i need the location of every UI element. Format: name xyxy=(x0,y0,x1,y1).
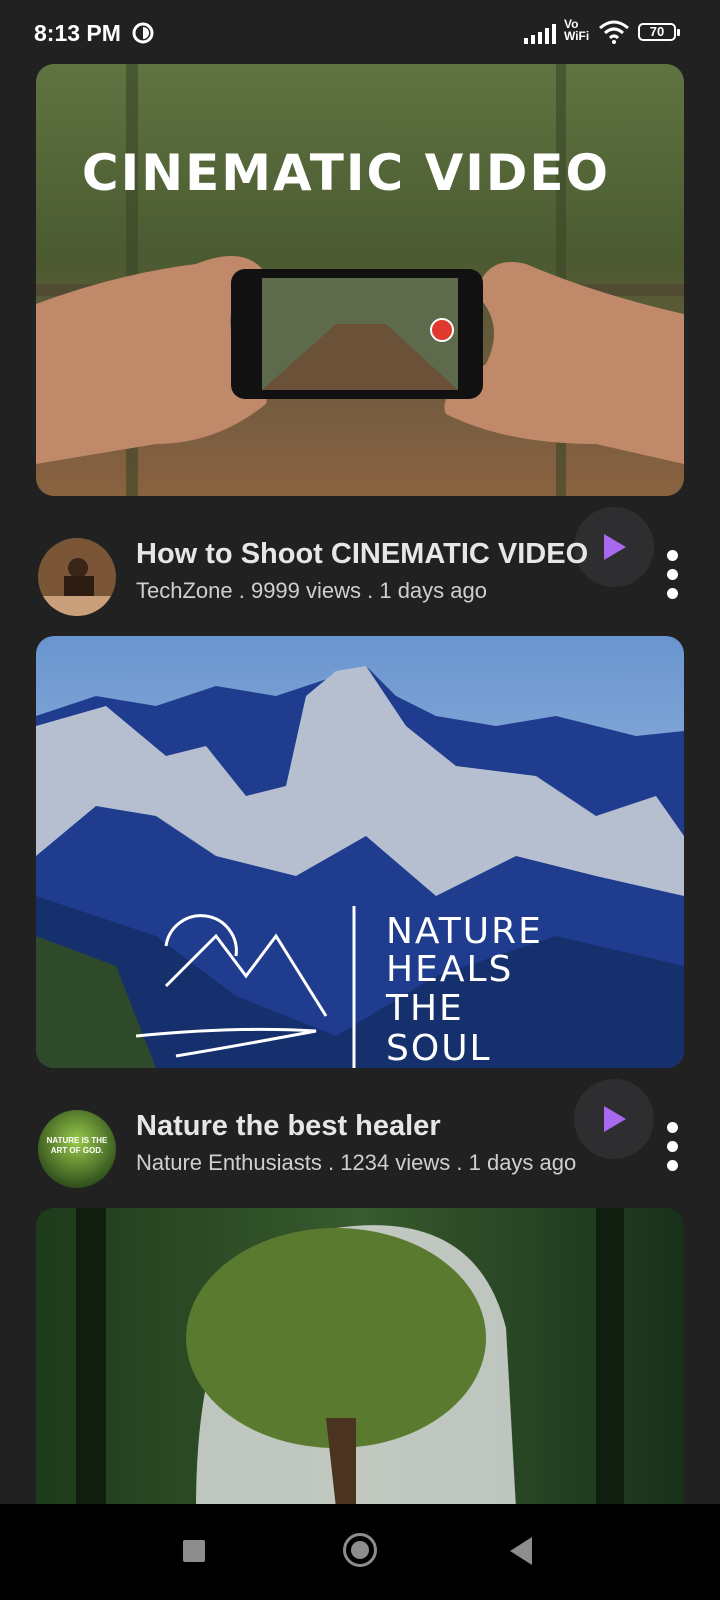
more-vertical-icon xyxy=(667,1122,678,1133)
thumbnail-image xyxy=(36,636,684,1068)
square-icon[interactable] xyxy=(183,1540,205,1562)
more-options-button[interactable] xyxy=(662,550,684,602)
video-thumbnail[interactable]: NATURE HEALS THE SOUL xyxy=(36,636,684,1068)
triangle-back-icon[interactable] xyxy=(510,1537,532,1565)
signal-icon xyxy=(524,24,556,44)
status-bar: 8:13 PM Vo WiFi 70 xyxy=(0,0,720,64)
video-thumbnail[interactable]: CINEMATIC VIDEO xyxy=(36,64,684,496)
video-title[interactable]: How to Shoot CINEMATIC VIDEO xyxy=(136,538,588,571)
video-subtitle: TechZone . 9999 views . 1 days ago xyxy=(136,578,487,603)
thumbnail-caption-line-2: HEALS xyxy=(386,949,514,990)
thumbnail-image xyxy=(36,64,684,496)
thumbnail-caption-line-1: NATURE xyxy=(386,911,543,952)
video-title[interactable]: Nature the best healer xyxy=(136,1110,441,1143)
wifi-icon xyxy=(599,20,629,44)
status-time: 8:13 PM xyxy=(34,20,121,46)
thumbnail-caption: CINEMATIC VIDEO xyxy=(81,144,611,202)
video-meta: NATURE IS THE ART OF GOD. Nature the bes… xyxy=(36,1086,684,1188)
thumbnail-image xyxy=(36,1208,684,1508)
thumbnail-caption-line-3: THE xyxy=(386,988,464,1029)
video-subtitle: Nature Enthusiasts . 1234 views . 1 days… xyxy=(136,1150,577,1175)
video-meta: How to Shoot CINEMATIC VIDEO TechZone . … xyxy=(36,514,684,616)
more-options-button[interactable] xyxy=(662,1122,684,1174)
channel-avatar[interactable] xyxy=(38,538,116,616)
system-nav-bar xyxy=(0,1504,720,1600)
circle-icon[interactable] xyxy=(343,1533,377,1567)
vowifi-icon: Vo WiFi xyxy=(564,17,590,43)
video-thumbnail[interactable] xyxy=(36,1208,684,1508)
battery-icon: 70 xyxy=(638,23,680,41)
channel-avatar[interactable]: NATURE IS THE ART OF GOD. xyxy=(38,1110,116,1188)
more-vertical-icon xyxy=(667,550,678,561)
thumbnail-caption-line-4: SOUL xyxy=(386,1028,492,1068)
avatar-text: NATURE IS THE ART OF GOD. xyxy=(46,1136,108,1155)
data-saver-icon xyxy=(132,22,154,44)
